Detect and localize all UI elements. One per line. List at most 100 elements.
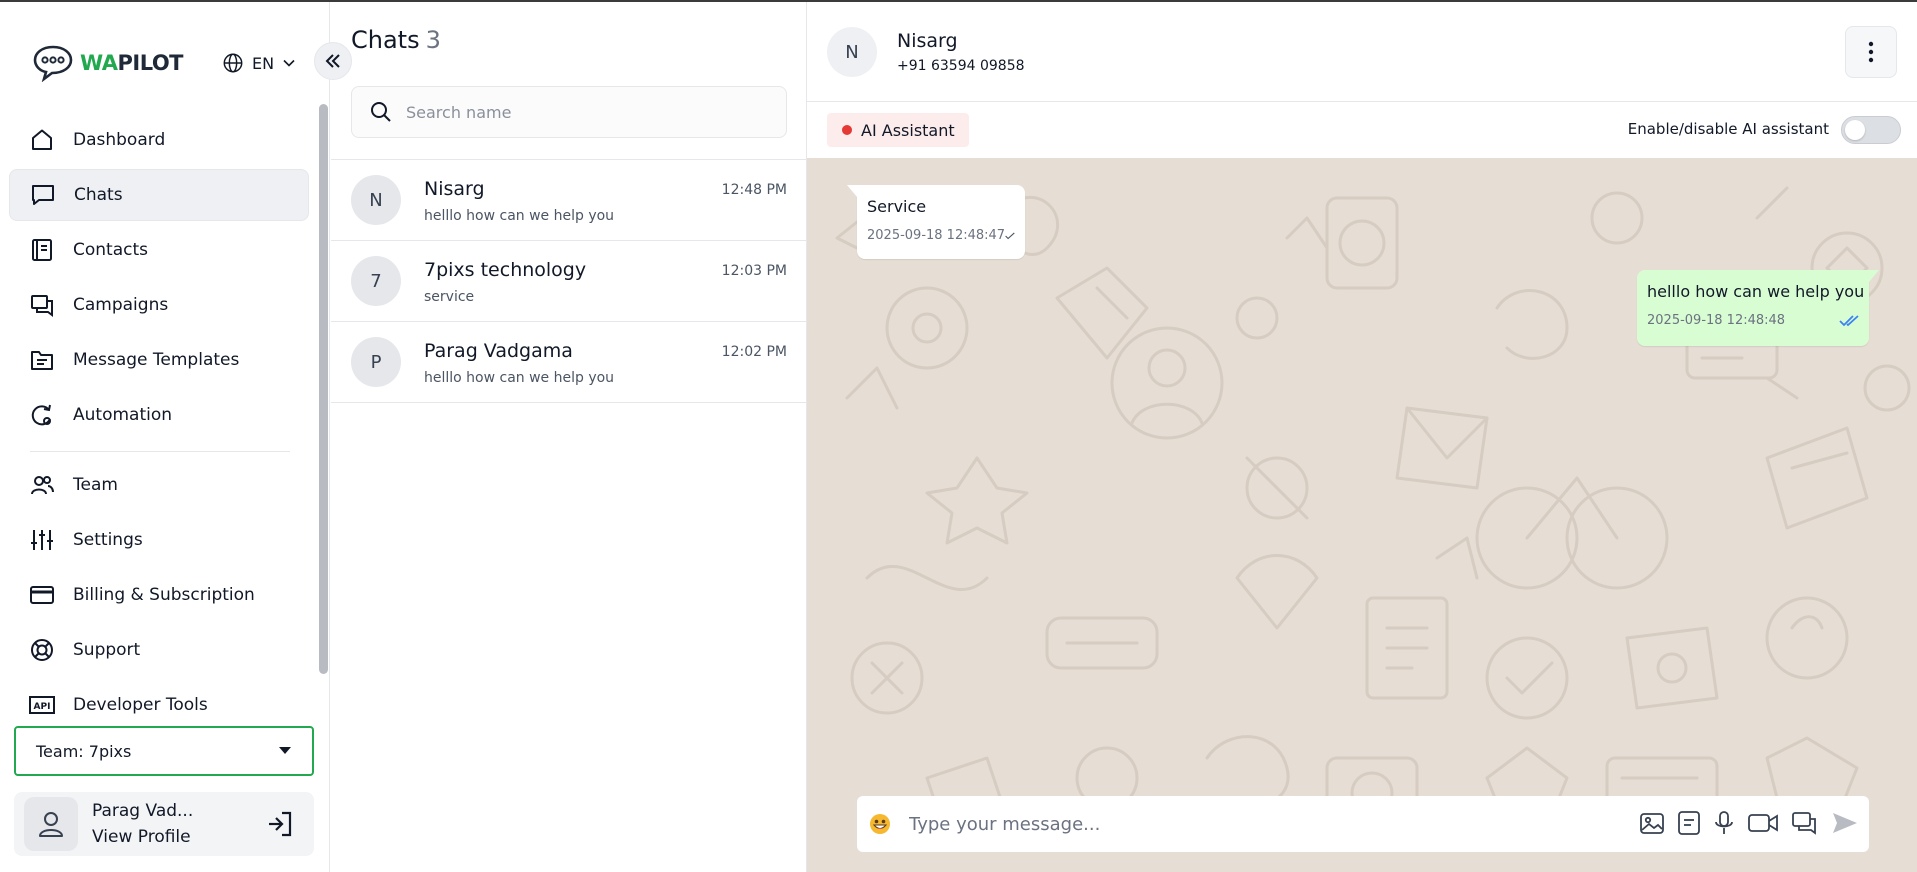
chats-title: Chats 3 (351, 26, 441, 54)
message-timestamp: 2025-09-18 12:48:48 (1647, 313, 1786, 328)
sidebar-item-label: Settings (73, 530, 143, 550)
team-selector[interactable]: Team: 7pixs (14, 726, 314, 776)
conversation-header: N Nisarg +91 63594 09858 (807, 2, 1917, 102)
chevron-down-icon (283, 59, 295, 67)
sidebar-item-developer-tools[interactable]: API Developer Tools (9, 679, 309, 714)
template-folder-icon (31, 351, 53, 370)
chat-list-item[interactable]: 7 7pixs technology service 12:03 PM (331, 240, 807, 321)
language-selector[interactable]: EN (222, 52, 296, 74)
sidebar-item-support[interactable]: Support (9, 624, 309, 676)
list-divider (331, 402, 807, 403)
chat-list-item[interactable]: N Nisarg helllo how can we help you 12:4… (331, 159, 807, 240)
language-code: EN (252, 53, 275, 73)
sidebar-item-label: Campaigns (73, 295, 169, 315)
sidebar-item-label: Contacts (73, 240, 148, 260)
last-message: service (424, 289, 475, 305)
wapilot-logo[interactable]: WAPILOT (32, 44, 183, 82)
contacts-book-icon (32, 239, 52, 261)
profile-name: Parag Vad... (92, 801, 194, 821)
contact-name: 7pixs technology (424, 259, 587, 281)
chat-list-panel: Chats3 N Nisarg helllo how can we help y… (331, 2, 807, 872)
contact-name: Nisarg (424, 178, 485, 200)
last-message: helllo how can we help you (424, 208, 615, 224)
image-attach-icon[interactable] (1639, 810, 1665, 836)
home-icon (32, 129, 52, 150)
sidebar-item-label: Billing & Subscription (73, 585, 255, 605)
chat-wallpaper-doodles (835, 186, 1911, 840)
search-icon (371, 102, 391, 122)
team-selected: Team: 7pixs (36, 741, 132, 761)
user-icon (39, 812, 63, 837)
double-check-icon (1839, 314, 1859, 326)
nav-divider (30, 451, 290, 452)
ai-toggle-label: Enable/disable AI assistant (1627, 120, 1829, 138)
toggle-knob (1845, 120, 1865, 140)
sidebar-item-label: Message Templates (73, 350, 240, 370)
sidebar-item-contacts[interactable]: Contacts (9, 224, 309, 276)
video-icon[interactable] (1747, 810, 1779, 836)
status-dot-icon (842, 125, 852, 135)
contact-avatar[interactable]: N (827, 27, 877, 77)
sidebar-item-label: Team (73, 475, 118, 495)
contact-name: Parag Vadgama (424, 340, 573, 362)
message-time: 12:02 PM (721, 344, 787, 360)
microphone-icon[interactable] (1713, 810, 1735, 836)
sidebar-item-campaigns[interactable]: Campaigns (9, 279, 309, 331)
campaigns-icon (31, 295, 53, 317)
incoming-message[interactable]: Service 2025-09-18 12:48:47 (847, 185, 1025, 259)
outgoing-message[interactable]: helllo how can we help you 2025-09-18 12… (1637, 270, 1879, 346)
message-timestamp: 2025-09-18 12:48:47 (867, 228, 1006, 243)
automation-gear-icon (31, 404, 51, 426)
template-icon[interactable] (1677, 810, 1701, 836)
message-time: 12:03 PM (721, 263, 787, 279)
conversation-panel: N Nisarg +91 63594 09858 AI Assistant En… (807, 2, 1917, 872)
collapse-sidebar-button[interactable] (314, 42, 352, 80)
chat-bubble-icon (32, 185, 54, 205)
sidebar-item-settings[interactable]: Settings (9, 514, 309, 566)
logout-icon[interactable] (266, 810, 294, 842)
profile-card[interactable]: Parag Vad... View Profile (14, 792, 314, 856)
chat-list-item[interactable]: P Parag Vadgama helllo how can we help y… (331, 321, 807, 402)
ai-assistant-badge: AI Assistant (827, 113, 969, 147)
brand-name: WAPILOT (80, 51, 183, 75)
kebab-menu-icon (1868, 41, 1874, 63)
send-icon[interactable] (1831, 810, 1859, 836)
message-text: Service (867, 197, 927, 216)
globe-icon (223, 53, 243, 73)
more-options-button[interactable] (1845, 26, 1897, 78)
chats-count: 3 (425, 26, 441, 54)
message-input[interactable] (909, 813, 1609, 835)
search-box[interactable] (351, 86, 787, 138)
single-check-icon (1005, 231, 1015, 239)
contact-name: Nisarg (897, 30, 958, 52)
lifebuoy-icon (31, 639, 53, 661)
sidebar-item-label: Automation (73, 405, 173, 425)
sidebar-item-billing[interactable]: Billing & Subscription (9, 569, 309, 621)
search-input[interactable] (406, 102, 766, 122)
chat-logo-icon (33, 45, 73, 82)
sidebar: WAPILOT EN Dashboard Chats Contacts Camp… (0, 2, 330, 872)
sidebar-item-label: Chats (74, 185, 123, 205)
message-composer (857, 796, 1869, 852)
sidebar-item-message-templates[interactable]: Message Templates (9, 334, 309, 386)
api-icon: API (29, 696, 55, 714)
emoji-icon[interactable] (869, 813, 891, 835)
message-area: Service 2025-09-18 12:48:47 helllo how c… (807, 158, 1917, 872)
sidebar-item-label: Support (73, 640, 141, 660)
ai-assistant-toggle[interactable] (1841, 116, 1901, 144)
view-profile-link[interactable]: View Profile (92, 824, 193, 850)
sidebar-item-dashboard[interactable]: Dashboard (9, 114, 309, 166)
avatar (24, 797, 78, 851)
interactive-message-icon[interactable] (1791, 810, 1819, 836)
sidebar-item-automation[interactable]: Automation (9, 389, 309, 441)
caret-down-icon (279, 747, 291, 754)
sidebar-item-team[interactable]: Team (9, 459, 309, 511)
sliders-icon (31, 530, 53, 550)
sidebar-item-label: Dashboard (73, 130, 166, 150)
credit-card-icon (30, 586, 54, 604)
contact-avatar: P (351, 337, 401, 387)
sidebar-scrollbar[interactable] (319, 104, 328, 674)
contact-avatar: 7 (351, 256, 401, 306)
sidebar-item-chats[interactable]: Chats (9, 169, 309, 221)
contact-phone: +91 63594 09858 (897, 58, 1025, 74)
